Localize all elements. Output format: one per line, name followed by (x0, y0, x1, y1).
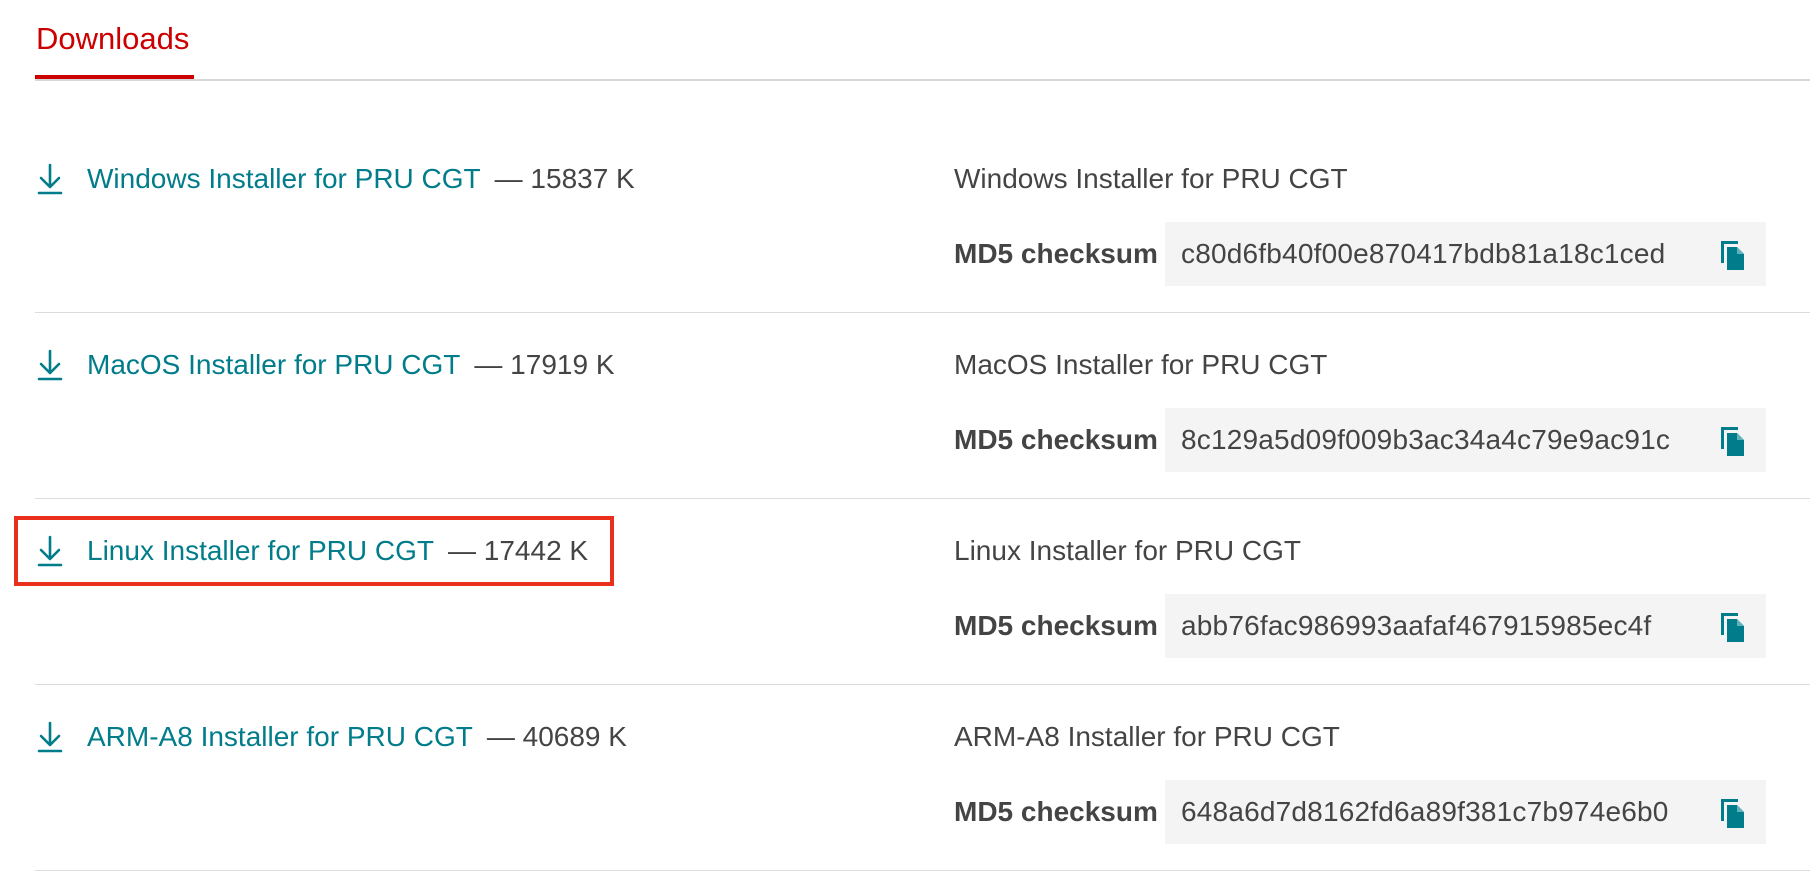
download-row-windows: Windows Installer for PRU CGT — 15837 K … (35, 127, 1810, 313)
copy-icon[interactable] (1718, 795, 1746, 829)
md5-box: c80d6fb40f00e870417bdb81a18c1ced (1165, 222, 1766, 286)
checksum-panel: MacOS Installer for PRU CGT MD5 checksum… (954, 341, 1774, 472)
download-row-macos: MacOS Installer for PRU CGT — 17919 K Ma… (35, 313, 1810, 499)
checksum-panel: ARM-A8 Installer for PRU CGT MD5 checksu… (954, 713, 1774, 844)
tab-downloads[interactable]: Downloads (35, 0, 190, 77)
md5-label: MD5 checksum (954, 610, 1158, 641)
download-icon (37, 535, 63, 567)
copy-icon[interactable] (1718, 609, 1746, 643)
md5-box: 648a6d7d8162fd6a89f381c7b974e6b0 (1165, 780, 1766, 844)
download-size: — 15837 K (494, 163, 635, 194)
md5-row: MD5 checksum abb76fac986993aafaf46791598… (954, 594, 1774, 658)
checksum-title: Windows Installer for PRU CGT (954, 163, 1348, 194)
download-name[interactable]: Windows Installer for PRU CGT (87, 163, 481, 195)
md5-box: 8c129a5d09f009b3ac34a4c79e9ac91c (1165, 408, 1766, 472)
md5-value[interactable]: 8c129a5d09f009b3ac34a4c79e9ac91c (1181, 424, 1670, 456)
download-icon (37, 721, 63, 753)
md5-value[interactable]: abb76fac986993aafaf467915985ec4f (1181, 610, 1651, 642)
downloads-page: Downloads Windows Installer for PRU CGT … (0, 0, 1820, 890)
tab-bar: Downloads (35, 0, 1810, 81)
checksum-panel: Linux Installer for PRU CGT MD5 checksum… (954, 527, 1774, 658)
download-name[interactable]: MacOS Installer for PRU CGT (87, 349, 460, 381)
copy-icon[interactable] (1718, 237, 1746, 271)
download-size: — 17919 K (474, 349, 615, 380)
md5-label: MD5 checksum (954, 238, 1158, 269)
download-link-linux[interactable]: Linux Installer for PRU CGT — 17442 K (13, 516, 615, 586)
copy-icon[interactable] (1718, 423, 1746, 457)
checksum-title: Linux Installer for PRU CGT (954, 535, 1301, 566)
md5-row: MD5 checksum c80d6fb40f00e870417bdb81a18… (954, 222, 1774, 286)
checksum-title: ARM-A8 Installer for PRU CGT (954, 721, 1340, 752)
downloads-list: Windows Installer for PRU CGT — 15837 K … (13, 127, 1810, 871)
download-name[interactable]: Linux Installer for PRU CGT (87, 535, 434, 567)
md5-row: MD5 checksum 648a6d7d8162fd6a89f381c7b97… (954, 780, 1774, 844)
checksum-title: MacOS Installer for PRU CGT (954, 349, 1328, 380)
download-link-arm-a8[interactable]: ARM-A8 Installer for PRU CGT — 40689 K (35, 713, 627, 761)
download-name[interactable]: ARM-A8 Installer for PRU CGT (87, 721, 473, 753)
download-icon (37, 349, 63, 381)
download-link-windows[interactable]: Windows Installer for PRU CGT — 15837 K (35, 155, 635, 203)
md5-row: MD5 checksum 8c129a5d09f009b3ac34a4c79e9… (954, 408, 1774, 472)
download-size: — 40689 K (486, 721, 627, 752)
active-tab-underline (35, 75, 194, 79)
download-link-macos[interactable]: MacOS Installer for PRU CGT — 17919 K (35, 341, 615, 389)
md5-value[interactable]: 648a6d7d8162fd6a89f381c7b974e6b0 (1181, 796, 1669, 828)
download-size: — 17442 K (448, 535, 589, 566)
download-icon (37, 163, 63, 195)
download-row-linux: Linux Installer for PRU CGT — 17442 K Li… (13, 499, 1810, 685)
md5-box: abb76fac986993aafaf467915985ec4f (1165, 594, 1766, 658)
md5-label: MD5 checksum (954, 424, 1158, 455)
checksum-panel: Windows Installer for PRU CGT MD5 checks… (954, 155, 1774, 286)
md5-value[interactable]: c80d6fb40f00e870417bdb81a18c1ced (1181, 238, 1665, 270)
md5-label: MD5 checksum (954, 796, 1158, 827)
download-row-arm-a8: ARM-A8 Installer for PRU CGT — 40689 K A… (35, 685, 1810, 871)
